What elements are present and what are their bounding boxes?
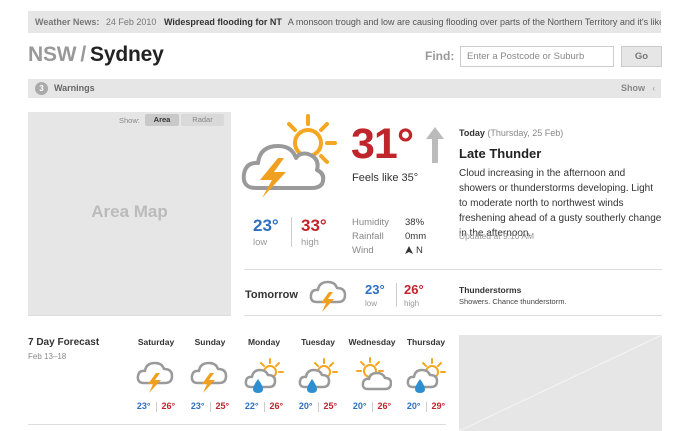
area-map[interactable]: Show: Area Radar Area Map (28, 112, 231, 315)
wind-label: Wind (352, 245, 374, 256)
tomorrow-label: Tomorrow (245, 289, 298, 301)
tab-radar[interactable]: Radar (181, 114, 224, 126)
go-button[interactable]: Go (621, 46, 662, 67)
divider (28, 315, 231, 316)
cloud-thunder-icon (309, 280, 347, 312)
today-low-label: low (253, 237, 268, 248)
forecast-day[interactable]: Sunday 23° 25° (183, 337, 237, 412)
warnings-show-toggle[interactable]: Show (621, 79, 645, 98)
day-high-temp: 25° (215, 401, 230, 411)
city-label: Sydney (90, 43, 164, 66)
news-date: 24 Feb 2010 (105, 17, 157, 27)
day-name: Sunday (194, 337, 226, 347)
tomorrow-high-label: high (404, 299, 420, 308)
day-low-temp: 23° (136, 401, 151, 411)
news-ticker[interactable]: Weather News: 24 Feb 2010 Widespread flo… (28, 11, 661, 33)
tomorrow-title: Thunderstorms (459, 285, 522, 295)
forecast-day[interactable]: Wednesday 20° 26° (345, 337, 399, 412)
sun-cloud-rain-icon (298, 358, 338, 393)
rainfall-value: 0mm (405, 231, 427, 242)
forecast-title: Late Thunder (459, 146, 542, 161)
sun-cloud-icon (356, 357, 393, 391)
arrow-up-icon (426, 127, 444, 163)
wind-direction: N (416, 245, 423, 256)
day-name: Tuesday (301, 337, 335, 347)
feels-like: Feels like 35° (352, 172, 419, 184)
sun-cloud-rain-icon (244, 358, 284, 393)
news-text: A monsoon trough and low are causing flo… (287, 17, 661, 27)
day-name: Thursday (406, 337, 446, 347)
warnings-label: Warnings (54, 83, 95, 93)
tomorrow-low-temp: 23° (365, 282, 385, 297)
tomorrow-low-label: low (365, 299, 378, 308)
forecast-description: Cloud increasing in the afternoon and sh… (459, 168, 662, 239)
today-label: Today (459, 128, 485, 138)
map-placeholder-title: Area Map (91, 202, 168, 221)
day-low-temp: 23° (190, 401, 205, 411)
today-high-temp: 33° (301, 216, 327, 235)
today-low-temp: 23° (253, 216, 279, 235)
day-low-temp: 22° (244, 401, 259, 411)
ad-placeholder (459, 335, 662, 431)
wind-direction-icon (405, 246, 413, 254)
page-title: NSW / Sydney (28, 43, 164, 67)
tomorrow-description: Showers. Chance thunderstorm. (459, 297, 567, 306)
forecast-day[interactable]: Monday 22° 26° (237, 337, 291, 412)
day-name: Monday (247, 337, 281, 347)
day-high-temp: 29° (431, 401, 446, 411)
map-show-label: Show: (119, 116, 140, 125)
news-headline[interactable]: Widespread flooding for NT (164, 17, 282, 27)
today-high-label: high (301, 237, 319, 248)
warnings-count-badge: 3 (35, 82, 48, 95)
current-temperature: 31° (351, 120, 414, 168)
rainfall-label: Rainfall (352, 231, 384, 242)
day-high-temp: 26° (161, 401, 176, 411)
forecast-day[interactable]: Saturday 23° 26° (129, 337, 183, 412)
find-label: Find: (425, 49, 455, 63)
sun-cloud-thunder-icon (241, 114, 337, 198)
seven-day-forecast-range: Feb 13–18 (28, 352, 67, 361)
state-label[interactable]: NSW (28, 43, 77, 66)
cloud-thunder-icon (190, 361, 228, 393)
tab-area[interactable]: Area (145, 114, 179, 126)
updated-time: Updated at 9:10 AM (459, 231, 535, 241)
day-low-temp: 20° (352, 401, 367, 411)
postcode-search-input[interactable] (460, 46, 614, 67)
tomorrow-high-temp: 26° (404, 282, 424, 297)
seven-day-forecast-title: 7 Day Forecast (28, 337, 100, 348)
humidity-value: 38% (405, 217, 425, 228)
sun-cloud-rain-icon (406, 358, 446, 393)
day-high-temp: 25° (323, 401, 338, 411)
divider (396, 283, 397, 307)
day-high-temp: 26° (377, 401, 392, 411)
breadcrumb-separator: / (80, 43, 87, 66)
wind-value: N (405, 245, 423, 256)
day-name: Saturday (137, 337, 175, 347)
humidity-label: Humidity (352, 217, 389, 228)
news-label: Weather News: (35, 17, 100, 27)
divider (244, 269, 662, 270)
forecast-day[interactable]: Thursday 20° 29° (399, 337, 453, 412)
chevron-left-icon[interactable]: ‹ (652, 79, 655, 98)
cloud-thunder-icon (136, 361, 174, 393)
today-date: (Thursday, 25 Feb) (487, 128, 564, 138)
divider (291, 217, 292, 247)
warnings-bar[interactable]: 3 Warnings Show ‹ (28, 79, 661, 98)
day-name: Wednesday (348, 337, 396, 347)
day-low-temp: 20° (298, 401, 313, 411)
forecast-day[interactable]: Tuesday 20° 25° (291, 337, 345, 412)
divider (244, 315, 662, 316)
divider (28, 424, 446, 425)
day-high-temp: 26° (269, 401, 284, 411)
today-heading: Today (Thursday, 25 Feb) (459, 128, 563, 138)
day-low-temp: 20° (406, 401, 421, 411)
placeholder-cross (459, 335, 662, 431)
